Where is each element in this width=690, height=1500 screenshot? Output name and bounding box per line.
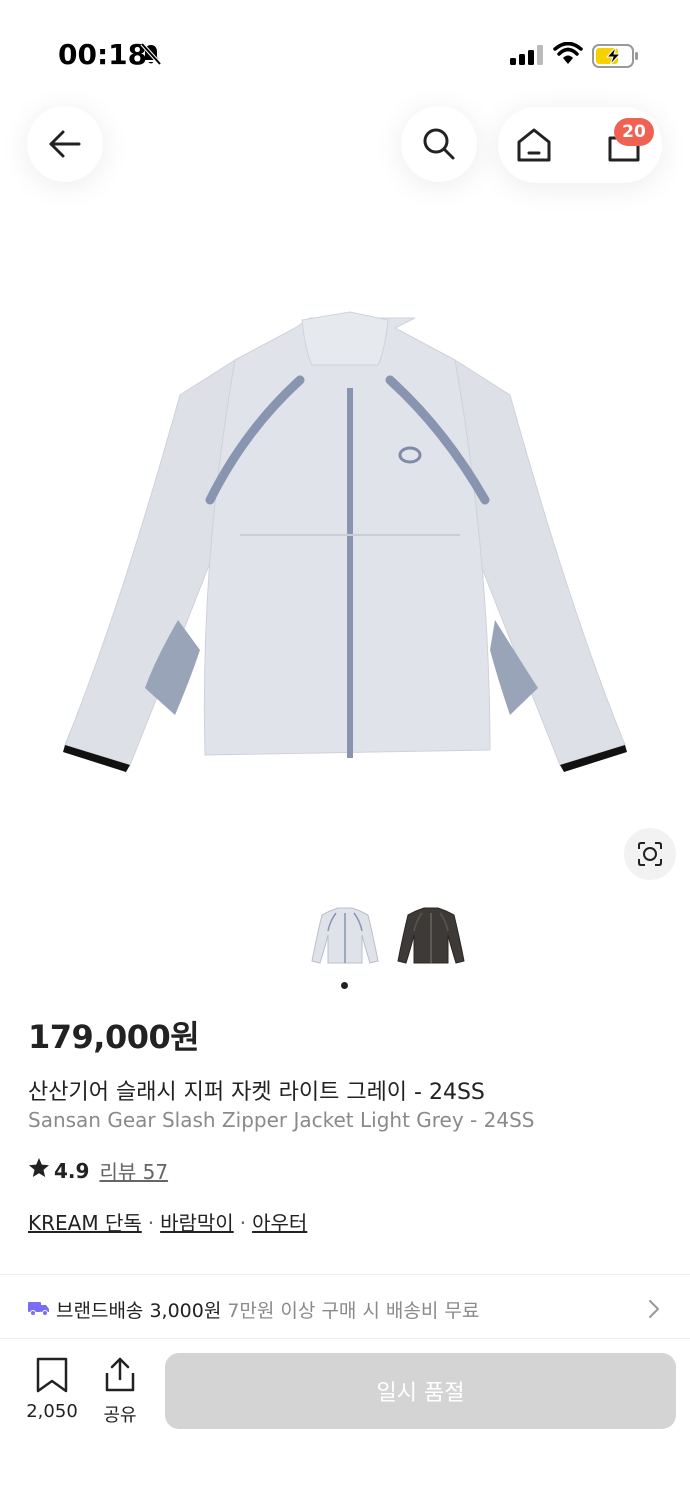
star-icon (28, 1157, 50, 1184)
tag-windbreaker[interactable]: 바람막이 (160, 1211, 234, 1235)
color-thumbnails (0, 905, 690, 969)
tag-outer[interactable]: 아우터 (252, 1211, 307, 1235)
search-icon (423, 128, 455, 160)
rating-row: 4.9 리뷰 57 (28, 1156, 168, 1185)
category-tags: KREAM 단독 · 바람막이 · 아우터 (28, 1207, 307, 1236)
truck-icon (28, 1300, 50, 1320)
share-icon (105, 1357, 135, 1392)
shipping-label: 브랜드배송 3,000원 (56, 1300, 222, 1322)
product-title-english: Sansan Gear Slash Zipper Jacket Light Gr… (28, 1108, 535, 1132)
chevron-right-icon (647, 1298, 661, 1324)
rating-value: 4.9 (54, 1158, 90, 1183)
home-icon (517, 128, 551, 162)
cellular-signal-icon (510, 45, 544, 69)
share-label: 공유 (103, 1405, 137, 1426)
review-link[interactable]: 리뷰 57 (99, 1156, 168, 1185)
product-image[interactable] (60, 310, 630, 780)
shipping-note: 7만원 이상 구매 시 배송비 무료 (227, 1300, 480, 1322)
bell-off-icon (140, 42, 162, 70)
arrow-left-icon (49, 130, 81, 158)
tag-separator: · (147, 1211, 155, 1235)
share-button[interactable]: 공유 (98, 1357, 142, 1427)
carousel-indicator-dot (341, 982, 348, 989)
bottom-action-bar: 2,050 공유 일시 품절 (0, 1338, 690, 1500)
cart-count-badge: 20 (614, 118, 654, 146)
camera-lens-icon (638, 842, 662, 866)
status-bar: 00:18 (0, 0, 690, 110)
section-divider (0, 1274, 690, 1275)
shipping-info-row[interactable]: 브랜드배송 3,000원 7만원 이상 구매 시 배송비 무료 (0, 1276, 690, 1338)
bookmark-button[interactable]: 2,050 (22, 1357, 82, 1422)
home-button[interactable] (515, 126, 553, 168)
thumbnail-charcoal[interactable] (396, 905, 466, 967)
battery-charging-icon (592, 44, 640, 72)
tag-kream-exclusive[interactable]: KREAM 단독 (28, 1211, 142, 1235)
tag-separator: · (239, 1211, 247, 1235)
back-button[interactable] (27, 106, 103, 182)
bookmark-icon (36, 1357, 68, 1393)
product-price: 179,000원 (28, 1018, 200, 1056)
thumbnail-light-grey[interactable] (310, 905, 380, 967)
search-button[interactable] (401, 106, 477, 182)
status-time: 00:18 (58, 38, 148, 71)
bookmark-count: 2,050 (26, 1401, 78, 1422)
wifi-icon (553, 41, 583, 70)
shipping-text: 브랜드배송 3,000원 7만원 이상 구매 시 배송비 무료 (56, 1296, 479, 1323)
image-search-button[interactable] (624, 828, 676, 880)
sold-out-button[interactable]: 일시 품절 (165, 1353, 676, 1429)
product-title-korean: 산산기어 슬래시 지퍼 자켓 라이트 그레이 - 24SS (28, 1080, 485, 1105)
